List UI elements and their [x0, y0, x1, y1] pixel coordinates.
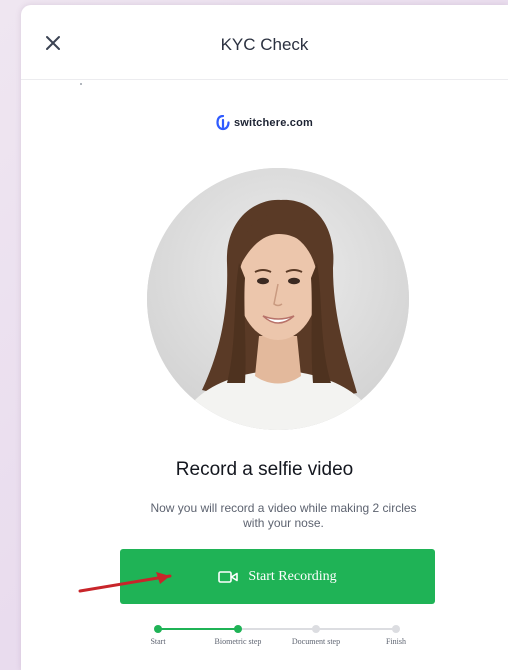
page-heading: Record a selfie video — [175, 459, 354, 480]
annotation-arrow-icon — [78, 572, 172, 593]
step-marker-document — [312, 625, 320, 633]
step-label-start: Start — [150, 637, 166, 646]
step-marker-finish — [392, 625, 400, 633]
modal-header: KYC Check — [21, 5, 508, 80]
step-label-biometric: Biometric step — [214, 637, 262, 646]
progress-stepper: Start Biometric step Document step Finis… — [120, 619, 420, 659]
step-marker-start — [154, 625, 162, 633]
instruction-text: Now you will record a video while making… — [150, 501, 417, 530]
step-marker-biometric — [234, 625, 242, 633]
brand-name: switchere.com — [233, 117, 314, 129]
brand-logo: switchere.com — [21, 115, 508, 131]
selfie-example-photo — [147, 168, 409, 430]
divider-dot — [80, 83, 82, 85]
step-label-document: Document step — [291, 637, 341, 646]
modal-title: KYC Check — [220, 35, 309, 54]
start-recording-label: Start Recording — [248, 568, 337, 584]
video-camera-icon — [218, 570, 239, 583]
step-label-finish: Finish — [385, 637, 407, 646]
switchere-logo-icon — [216, 115, 230, 131]
